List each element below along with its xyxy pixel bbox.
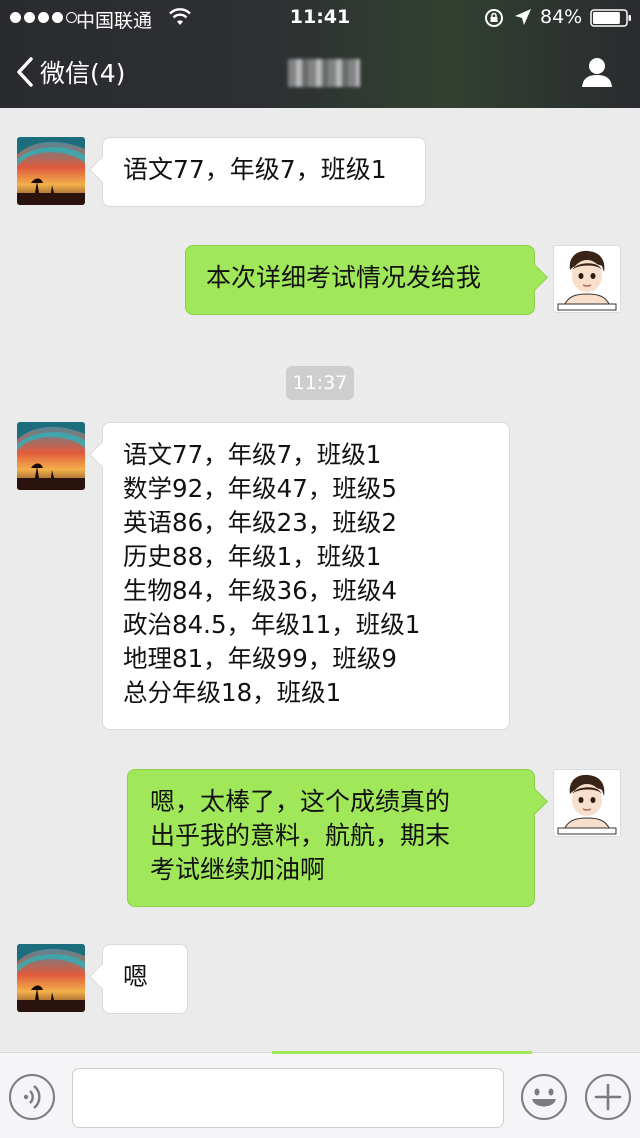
back-label: 微信(4) bbox=[40, 59, 126, 88]
contact-avatar[interactable] bbox=[17, 944, 85, 1012]
chevron-left-icon bbox=[17, 57, 33, 87]
chat-title-pixelated bbox=[288, 59, 360, 87]
rotation-lock-icon bbox=[485, 9, 503, 27]
contact-avatar[interactable] bbox=[17, 422, 85, 490]
status-bar: 中国联通 11:41 84% bbox=[0, 0, 640, 36]
input-toolbar bbox=[0, 1051, 640, 1138]
message-timestamp: 11:37 bbox=[286, 366, 354, 400]
message-bubble-sent[interactable]: 嗯，太棒了，这个成绩真的 出乎我的意料，航航，期末 考试继续加油啊 bbox=[127, 769, 535, 907]
emoji-button[interactable] bbox=[520, 1073, 568, 1121]
next-message-edge bbox=[272, 1051, 532, 1054]
nav-bar: 微信(4) bbox=[0, 36, 640, 108]
message-bubble-sent[interactable]: 本次详细考试情况发给我 bbox=[185, 245, 535, 315]
message-input[interactable] bbox=[72, 1068, 504, 1128]
battery-icon bbox=[590, 9, 631, 27]
contact-avatar[interactable] bbox=[17, 137, 85, 205]
location-icon bbox=[515, 9, 531, 25]
voice-input-button[interactable] bbox=[8, 1073, 56, 1121]
message-bubble-received[interactable]: 语文77，年级7，班级1 bbox=[102, 137, 426, 207]
header: 中国联通 11:41 84% 微信(4) bbox=[0, 0, 640, 108]
user-avatar[interactable] bbox=[553, 769, 621, 837]
message-bubble-received[interactable]: 嗯 bbox=[102, 944, 188, 1014]
battery-percent: 84% bbox=[540, 6, 583, 28]
contact-info-icon[interactable] bbox=[580, 56, 614, 88]
back-button[interactable]: 微信(4) bbox=[14, 54, 125, 90]
message-bubble-received[interactable]: 语文77，年级7，班级1 数学92，年级47，班级5 英语86，年级23，班级2… bbox=[102, 422, 510, 730]
user-avatar[interactable] bbox=[553, 245, 621, 313]
more-plus-button[interactable] bbox=[584, 1073, 632, 1121]
